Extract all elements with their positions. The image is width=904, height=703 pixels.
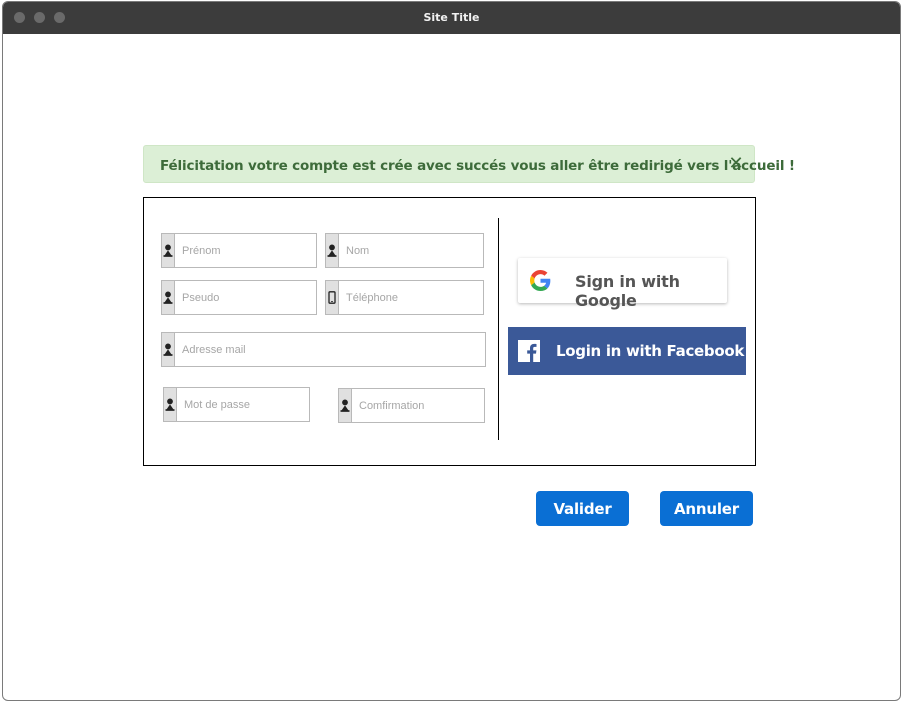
browser-window: Site Title Félicitation votre compte est…	[2, 1, 901, 701]
pseudo-input[interactable]	[175, 281, 317, 314]
telephone-field	[325, 280, 484, 315]
title-bar: Site Title	[3, 2, 900, 34]
vertical-divider	[498, 218, 499, 440]
submit-button[interactable]: Valider	[536, 491, 629, 526]
confirmation-input[interactable]	[352, 389, 484, 422]
pseudo-field	[161, 280, 317, 315]
facebook-icon	[518, 340, 540, 367]
cancel-button[interactable]: Annuler	[660, 491, 753, 526]
user-icon	[339, 389, 352, 422]
password-input[interactable]	[177, 388, 309, 421]
success-alert: Félicitation votre compte est crée avec …	[143, 145, 795, 183]
confirmation-field	[338, 388, 485, 423]
signup-form: Sign in with Google Login in with Facebo…	[143, 197, 756, 466]
window-title: Site Title	[423, 11, 480, 24]
email-input[interactable]	[175, 333, 482, 366]
user-icon	[162, 333, 175, 366]
phone-icon	[326, 281, 339, 314]
close-icon[interactable]: ✕	[726, 153, 746, 173]
telephone-input[interactable]	[339, 281, 484, 314]
prenom-field	[161, 233, 317, 268]
facebook-login-button[interactable]: Login in with Facebook	[508, 327, 746, 375]
user-icon	[162, 234, 175, 267]
nom-input[interactable]	[339, 234, 484, 267]
user-icon	[162, 281, 175, 314]
google-signin-label: Sign in with Google	[575, 272, 680, 310]
password-field	[163, 387, 310, 422]
user-icon	[164, 388, 177, 421]
google-signin-button[interactable]: Sign in with Google	[518, 258, 727, 310]
email-field	[161, 332, 486, 367]
nom-field	[325, 233, 484, 268]
user-icon	[326, 234, 339, 267]
facebook-login-label: Login in with Facebook	[556, 342, 745, 360]
google-icon	[530, 270, 551, 296]
alert-message: Félicitation votre compte est crée avec …	[160, 158, 795, 174]
prenom-input[interactable]	[175, 234, 317, 267]
